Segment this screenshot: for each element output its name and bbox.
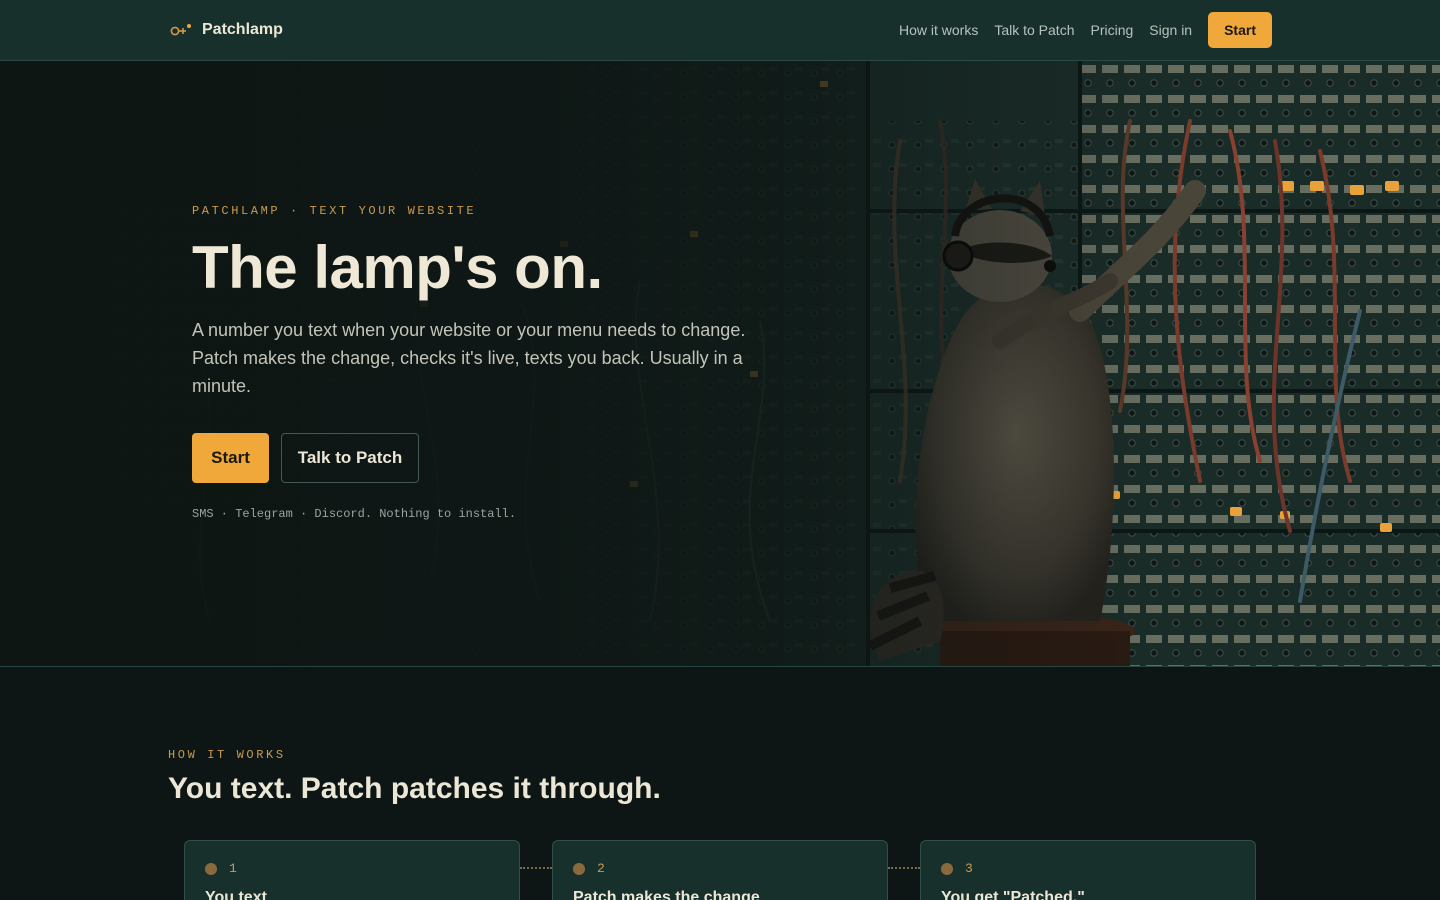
nav-link-how-it-works[interactable]: How it works [899, 22, 978, 38]
hero-actions: Start Talk to Patch [192, 433, 419, 483]
top-nav: Patchlamp How it works Talk to Patch Pri… [0, 0, 1440, 61]
hero-title: The lamp's on. [192, 234, 603, 301]
hero-start-button[interactable]: Start [192, 433, 269, 483]
step-connector [888, 867, 920, 869]
hero-eyebrow: PATCHLAMP · TEXT YOUR WEBSITE [192, 204, 477, 218]
step-dot-icon [941, 863, 953, 875]
step-number: 2 [597, 861, 605, 876]
step-dot-icon [573, 863, 585, 875]
nav-link-pricing[interactable]: Pricing [1090, 22, 1133, 38]
step-connector [520, 867, 552, 869]
step-card: 2 Patch makes the change [552, 840, 888, 900]
step-title: You get "Patched." [941, 889, 1085, 900]
step-dot-icon [205, 863, 217, 875]
how-title: You text. Patch patches it through. [168, 772, 661, 805]
hero-subtitle: A number you text when your website or y… [192, 320, 746, 396]
step-title: Patch makes the change [573, 889, 760, 900]
step-card: 3 You get "Patched." [920, 840, 1256, 900]
hero-channels-note: SMS · Telegram · Discord. Nothing to ins… [192, 507, 517, 521]
brand-link[interactable]: Patchlamp [170, 18, 283, 42]
step-card: 1 You text [184, 840, 520, 900]
patch-plug-icon [170, 24, 191, 36]
brand-name: Patchlamp [202, 21, 283, 38]
hero-content: PATCHLAMP · TEXT YOUR WEBSITE The lamp's… [192, 61, 792, 666]
how-it-works-section: HOW IT WORKS You text. Patch patches it … [0, 668, 1440, 900]
hero: PATCHLAMP · TEXT YOUR WEBSITE The lamp's… [0, 61, 1440, 667]
talk-to-patch-button[interactable]: Talk to Patch [281, 433, 419, 483]
nav-links: How it works Talk to Patch Pricing Sign … [899, 12, 1272, 48]
nav-link-talk-to-patch[interactable]: Talk to Patch [994, 22, 1074, 38]
nav-start-button[interactable]: Start [1208, 12, 1272, 48]
how-eyebrow: HOW IT WORKS [168, 748, 286, 762]
step-number: 1 [229, 861, 237, 876]
step-number: 3 [965, 861, 973, 876]
step-title: You text [205, 889, 267, 900]
nav-link-sign-in[interactable]: Sign in [1149, 22, 1192, 38]
